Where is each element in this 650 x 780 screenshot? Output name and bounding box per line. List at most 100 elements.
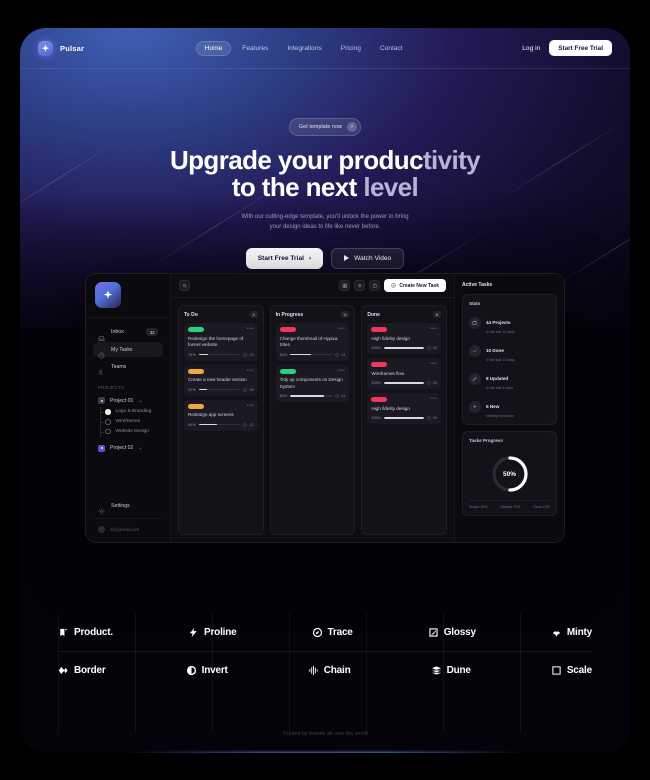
sidebar-account[interactable]: info@mail.com bbox=[93, 524, 163, 535]
task-title: Redesign app screens bbox=[188, 412, 234, 418]
sidebar-footer-divider bbox=[95, 518, 161, 519]
donut-legend: Scope 18% Started 70% Done 22% bbox=[469, 500, 550, 509]
nav-links: Home Features Integrations Pricing Conta… bbox=[195, 40, 411, 56]
dashboard-preview: Inbox 32 My Tasks Teams PROJECTS Project… bbox=[85, 273, 565, 543]
sidebar-section-projects: PROJECTS bbox=[98, 385, 125, 390]
nav-link-home[interactable]: Home bbox=[195, 40, 232, 56]
hero-subtitle-line2: your design ideas to life like never bef… bbox=[269, 224, 381, 231]
checkbox-icon[interactable] bbox=[105, 428, 111, 435]
brand-logo[interactable]: Pulsar bbox=[38, 40, 84, 56]
stat-sub: in the last 14 days bbox=[486, 330, 515, 334]
more-options-icon[interactable]: ••• bbox=[247, 403, 254, 408]
task-progress-pct: 100% bbox=[371, 416, 382, 421]
dashboard-toolbar-right: Create New Task bbox=[338, 279, 446, 292]
nav-link-integrations[interactable]: Integrations bbox=[279, 41, 329, 56]
card-header: ••• bbox=[188, 368, 254, 374]
stat-value: 44 Projects bbox=[486, 320, 511, 325]
tag-badge bbox=[279, 368, 296, 374]
grid-view-icon[interactable] bbox=[338, 280, 350, 291]
dashboard-right-panel: Active Tasks Stats 44 Projects in the la… bbox=[454, 274, 564, 542]
task-progress-pct: 80% bbox=[279, 394, 288, 399]
bolt-icon bbox=[189, 627, 197, 637]
more-options-icon[interactable]: ••• bbox=[247, 368, 254, 373]
task-card[interactable]: ••• High fidelity design 100% 04 bbox=[367, 323, 442, 355]
task-meta: 08 bbox=[243, 388, 254, 392]
clock-icon bbox=[98, 346, 105, 359]
sidebar-account-email: info@mail.com bbox=[110, 527, 140, 532]
logo-name: Glossy bbox=[443, 626, 476, 638]
template-badge[interactable]: Get template now › bbox=[288, 118, 362, 136]
hero-watch-video-button[interactable]: Watch Video bbox=[331, 247, 405, 269]
search-icon[interactable] bbox=[179, 280, 190, 291]
logo-row-2: Border Invert Chain Dune Scale bbox=[58, 651, 592, 689]
task-progress-pct: 100% bbox=[371, 346, 382, 351]
task-card[interactable]: ••• High fidelity design 100% 09 bbox=[367, 393, 442, 425]
list-view-icon[interactable] bbox=[353, 280, 365, 291]
people-icon bbox=[98, 363, 105, 375]
nav-link-features[interactable]: Features bbox=[234, 41, 276, 56]
legend-started: Started 70% bbox=[500, 505, 521, 509]
logo-name: Scale bbox=[566, 665, 592, 676]
card-header: ••• bbox=[371, 397, 437, 403]
tree-line bbox=[100, 416, 104, 427]
clock-icon bbox=[243, 352, 248, 357]
dashboard-main: Create New Task To Do 4 ••• Redesign the… bbox=[171, 274, 454, 542]
help-icon[interactable] bbox=[368, 280, 380, 291]
more-options-icon[interactable]: ••• bbox=[338, 327, 345, 332]
sidebar-subtask-wireframes[interactable]: Wireframes bbox=[86, 416, 170, 427]
task-card[interactable]: ••• Tidy up components on Design System … bbox=[275, 364, 350, 403]
task-meta: 14 bbox=[335, 353, 345, 357]
logo-cloud: Product. Proline Trace Glossy Minty Bord… bbox=[20, 613, 630, 689]
sidebar-item-teams[interactable]: Teams bbox=[93, 359, 163, 375]
task-card[interactable]: ••• Create a new header section 20% 08 bbox=[184, 364, 258, 396]
task-card[interactable]: ••• Change thumbnail of Hypixa Sites 50%… bbox=[275, 323, 350, 361]
hero-start-free-trial-button[interactable]: Start Free Trial › bbox=[245, 247, 324, 269]
task-progress-pct: 75% bbox=[188, 352, 196, 357]
dashboard-logo[interactable] bbox=[95, 282, 121, 308]
legend-done: Done 22% bbox=[533, 505, 550, 509]
stat-row-updated: 8 Updated in the last 5 days bbox=[469, 367, 550, 390]
more-options-icon[interactable]: ••• bbox=[338, 368, 345, 373]
more-options-icon[interactable]: ••• bbox=[430, 362, 437, 367]
sidebar-project-02[interactable]: Project 02 ⌄ bbox=[86, 442, 170, 455]
sidebar-item-my-tasks[interactable]: My Tasks bbox=[93, 342, 163, 359]
more-options-icon[interactable]: ••• bbox=[430, 327, 437, 332]
more-options-icon[interactable]: ••• bbox=[430, 397, 437, 402]
login-link[interactable]: Log in bbox=[522, 45, 540, 52]
sidebar-subtask-logo-branding[interactable]: Logo & Branding bbox=[86, 407, 170, 417]
task-meta: 04 bbox=[427, 346, 437, 350]
card-header: ••• bbox=[279, 327, 346, 332]
checkbox-icon[interactable] bbox=[105, 419, 111, 425]
tree-line bbox=[100, 407, 104, 417]
checkbox-checked-icon[interactable] bbox=[105, 409, 111, 415]
sidebar-project-01[interactable]: Project 01 ⌄ bbox=[86, 394, 170, 407]
nav-link-pricing[interactable]: Pricing bbox=[333, 41, 369, 56]
task-card[interactable]: ••• Wireframes flow 100% 06 bbox=[367, 358, 442, 390]
frame-icon bbox=[429, 627, 438, 637]
task-card[interactable]: ••• Redesign app screens 45% 12 bbox=[184, 399, 258, 431]
sidebar-item-inbox[interactable]: Inbox 32 bbox=[93, 324, 163, 341]
task-title: High fidelity design bbox=[371, 405, 410, 411]
more-options-icon[interactable]: ••• bbox=[247, 327, 254, 332]
chevron-right-icon: › bbox=[308, 254, 312, 262]
tree-line bbox=[100, 426, 104, 437]
bookmark-icon bbox=[60, 628, 67, 636]
hero-cta-secondary-label: Watch Video bbox=[354, 254, 392, 262]
sidebar-subtask-website-design[interactable]: Website Design bbox=[86, 426, 170, 437]
sidebar-item-settings[interactable]: Settings bbox=[93, 498, 163, 515]
logo-name: Minty bbox=[566, 626, 592, 638]
create-new-task-button[interactable]: Create New Task bbox=[383, 279, 446, 292]
column-title: To Do bbox=[184, 311, 198, 318]
stat-row-new: 5 New starting tomorrow bbox=[469, 395, 550, 418]
clock-icon bbox=[427, 381, 431, 385]
donut-chart: 50% bbox=[469, 448, 550, 498]
nav-start-free-trial-button[interactable]: Start Free Trial bbox=[549, 40, 612, 56]
plus-square-icon bbox=[391, 283, 396, 288]
hero-subtitle: With our cutting-edge template, you'll u… bbox=[20, 212, 630, 233]
task-meta: 24 bbox=[335, 394, 345, 398]
kanban-board: To Do 4 ••• Redesign the homepage of fun… bbox=[171, 298, 454, 542]
stat-value: 8 Updated bbox=[486, 376, 509, 381]
tag-badge bbox=[371, 327, 388, 332]
nav-link-contact[interactable]: Contact bbox=[372, 41, 411, 56]
task-card[interactable]: ••• Redesign the homepage of funnel webs… bbox=[184, 323, 258, 361]
